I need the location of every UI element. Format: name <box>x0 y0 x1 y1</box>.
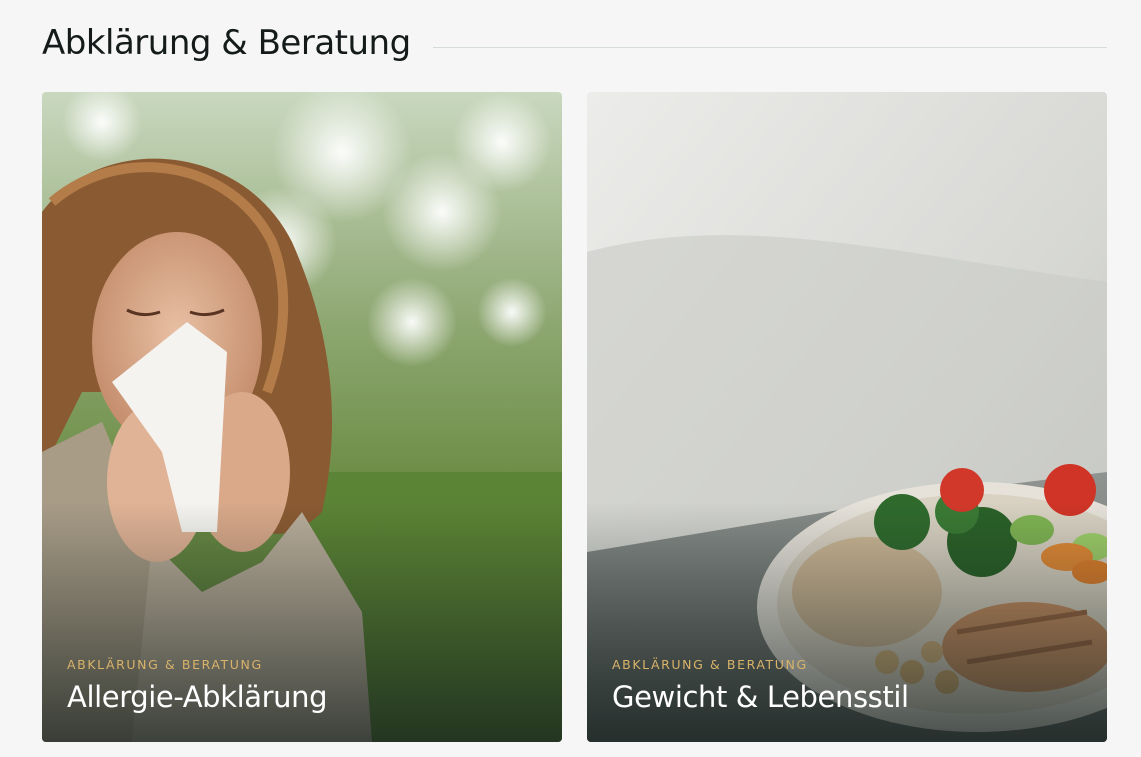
card-title: Gewicht & Lebensstil <box>612 680 909 714</box>
services-section: Abklärung & Beratung ABKLÄRUNG & BERATUN… <box>0 0 1141 757</box>
card-title: Allergie-Abklärung <box>67 680 328 714</box>
header-divider <box>432 46 1107 48</box>
card-category-label: ABKLÄRUNG & BERATUNG <box>67 657 263 672</box>
card-gewicht-lebensstil[interactable]: ABKLÄRUNG & BERATUNG Gewicht & Lebenssti… <box>587 92 1107 742</box>
section-title: Abklärung & Beratung <box>42 23 411 63</box>
section-header: Abklärung & Beratung <box>42 18 1107 68</box>
card-allergie-abklaerung[interactable]: ABKLÄRUNG & BERATUNG Allergie-Abklärung <box>42 92 562 742</box>
card-category-label: ABKLÄRUNG & BERATUNG <box>612 657 808 672</box>
